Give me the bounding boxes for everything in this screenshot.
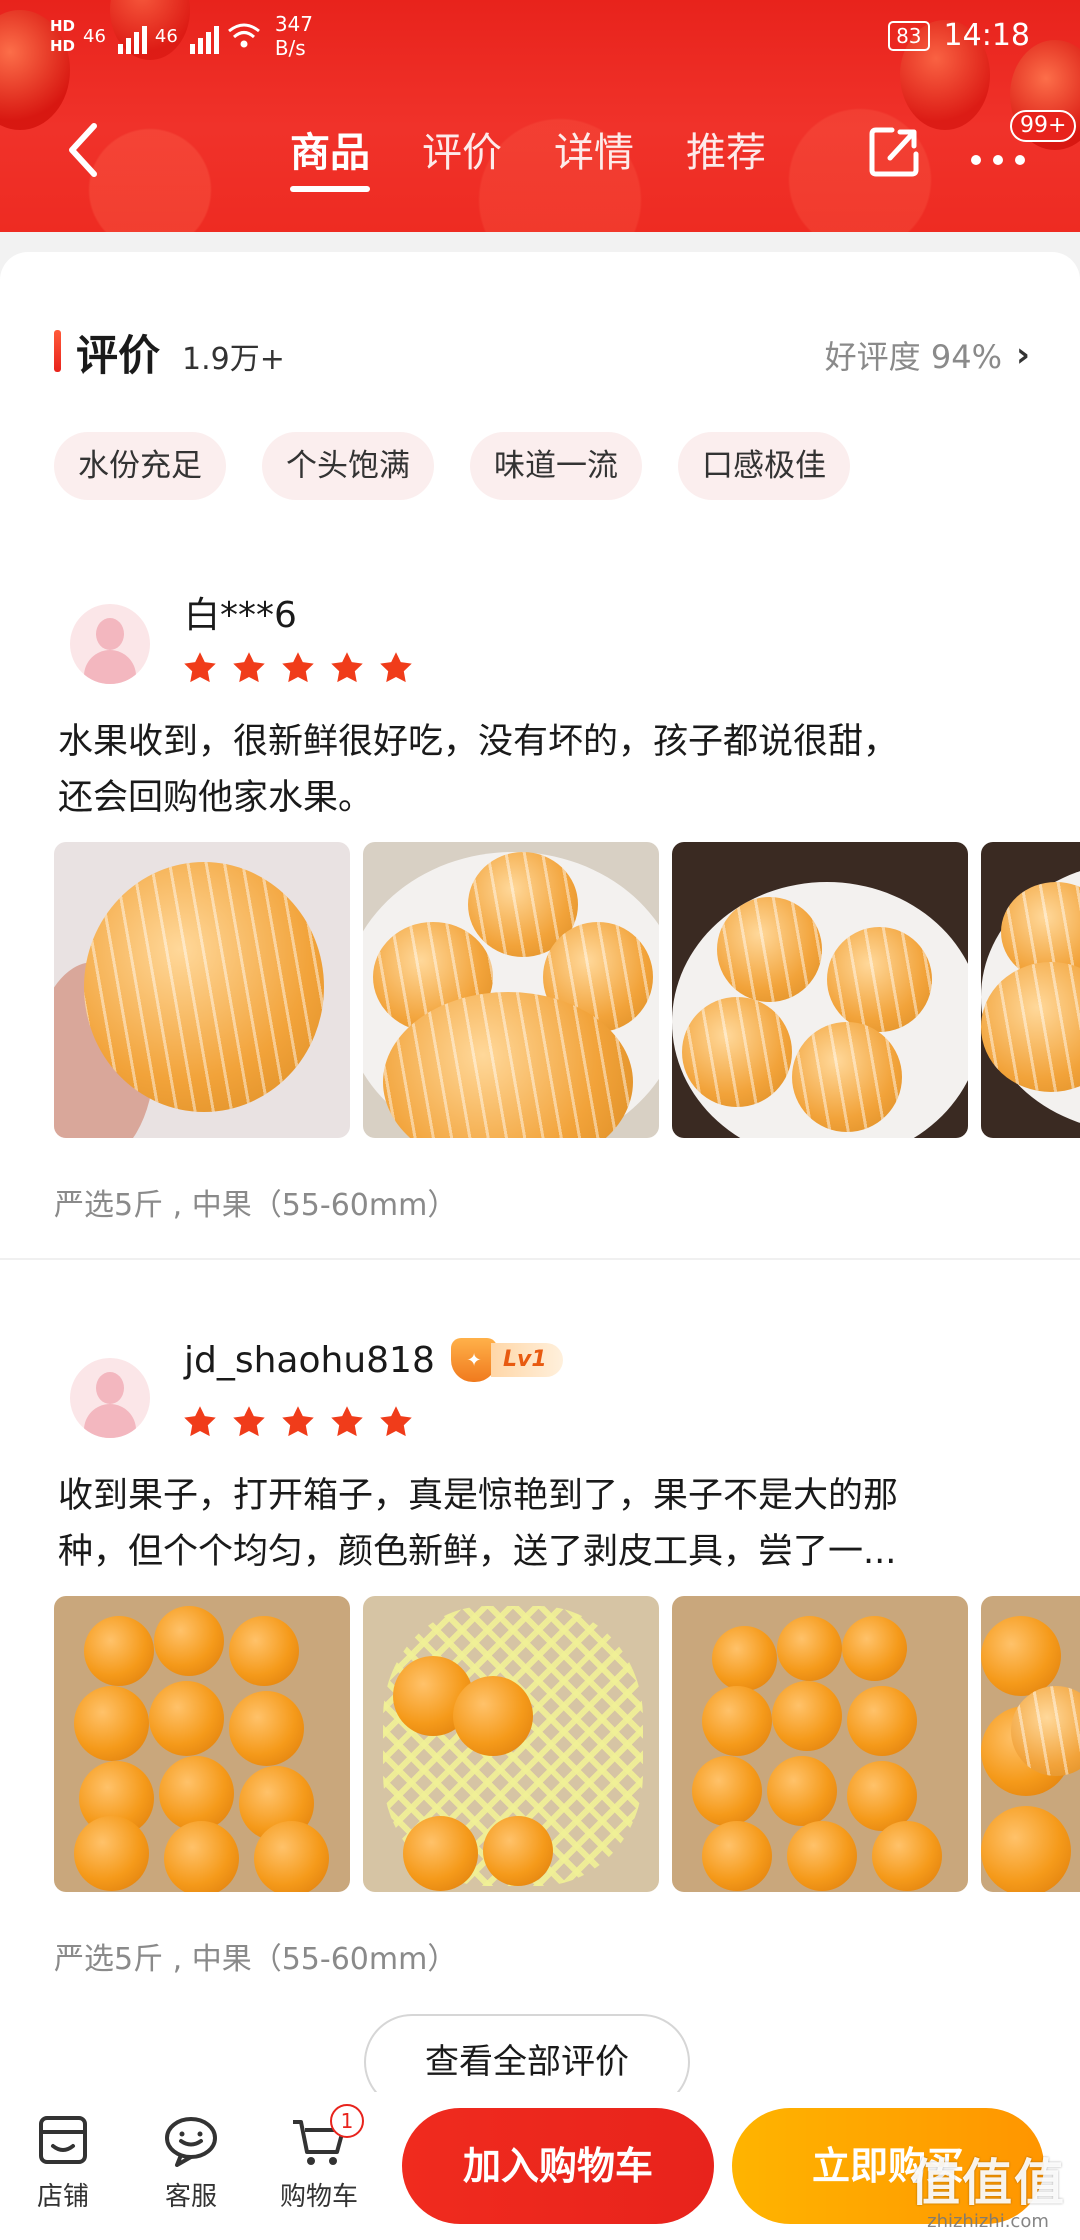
reviews-count: 1.9万+: [182, 342, 285, 377]
reviews-title: 评价: [76, 331, 161, 380]
review-photo[interactable]: [981, 1596, 1080, 1892]
star-icon: [380, 1406, 412, 1437]
reviewer-name: jd_shaohu818: [184, 1340, 435, 1381]
star-icon: [331, 652, 363, 683]
header: HD HD 46 46 347 B/s 83 14:18 商品 评价 详情 推荐…: [0, 0, 1080, 232]
star-icon: [184, 1406, 216, 1437]
signal-icon: [117, 18, 147, 54]
share-icon[interactable]: [866, 124, 922, 180]
review-text: 水果收到，很新鲜很好吃，没有坏的，孩子都说很甜， 还会回购他家水果。: [58, 722, 899, 818]
bottom-action-bar: 店铺 客服 1 购物车 加入购物车 立即购买 值值值 zhizhizhi.com: [0, 2092, 1080, 2240]
review-tag[interactable]: 个头饱满: [262, 432, 434, 500]
positive-rate-link[interactable]: 好评度 94% ›: [825, 332, 1030, 378]
user-level-badge: ✦ Lv1: [451, 1338, 563, 1382]
review-photo[interactable]: [672, 1596, 968, 1892]
chevron-right-icon: ›: [1015, 335, 1030, 375]
review-spec: 严选5斤 , 中果（55-60mm）: [54, 1188, 458, 1223]
cart-button[interactable]: 1 购物车: [274, 2104, 364, 2213]
clock: 14:18: [943, 18, 1030, 53]
customer-service-button[interactable]: 客服: [146, 2110, 236, 2213]
review-photo[interactable]: [54, 842, 350, 1138]
review-item[interactable]: jd_shaohu818 ✦ Lv1 收到果子，打开箱子，真是惊艳到了，果子不是…: [0, 1318, 1080, 1998]
customer-service-label: 客服: [164, 2182, 217, 2212]
network-speed: 347 B/s: [274, 12, 314, 60]
review-photo[interactable]: [672, 842, 968, 1138]
review-tag[interactable]: 味道一流: [470, 432, 642, 500]
watermark: 值值值 zhizhizhi.com: [910, 2154, 1066, 2232]
divider: [0, 1258, 1080, 1260]
top-nav: 商品 评价 详情 推荐 99+: [0, 110, 1080, 200]
review-tags: 水份充足 个头饱满 味道一流 口感极佳: [54, 432, 850, 500]
positive-rate: 好评度 94%: [824, 338, 1002, 376]
reviews-card: 评价 1.9万+ 好评度 94% › 水份充足 个头饱满 味道一流 口感极佳 白…: [0, 252, 1080, 2092]
star-icon: [233, 1406, 265, 1437]
add-to-cart-button[interactable]: 加入购物车: [402, 2108, 714, 2224]
tab-details[interactable]: 详情: [554, 120, 634, 178]
star-icon: [331, 1406, 363, 1437]
signal-label: 46: [154, 25, 178, 47]
review-photo[interactable]: [981, 842, 1080, 1138]
wifi-icon: [227, 23, 260, 48]
star-rating: [182, 1404, 414, 1440]
star-icon: [184, 652, 216, 683]
tab-product[interactable]: 商品: [290, 120, 370, 192]
review-item[interactable]: 白***6 水果收到，很新鲜很好吃，没有坏的，孩子都说很甜， 还会回购他家水果。: [0, 564, 1080, 1244]
status-bar: HD HD 46 46 347 B/s 83 14:18: [0, 0, 1080, 70]
review-tag[interactable]: 口感极佳: [678, 432, 850, 500]
review-spec: 严选5斤 , 中果（55-60mm）: [54, 1942, 458, 1977]
star-icon: [282, 652, 314, 683]
cart-label: 购物车: [279, 2182, 358, 2212]
nav-tabs: 商品 评价 详情 推荐: [290, 120, 766, 192]
cart-count-badge: 1: [330, 2104, 364, 2138]
signal-label: 46: [83, 25, 106, 47]
hd-indicator: HD HD: [50, 17, 76, 55]
signal-icon: [189, 18, 219, 54]
battery-indicator: 83: [888, 20, 930, 51]
user-level: Lv1: [491, 1343, 563, 1377]
star-rating: [182, 650, 414, 686]
shop-label: 店铺: [36, 2182, 89, 2212]
shop-icon: [39, 2116, 87, 2164]
star-icon: [233, 652, 265, 683]
chat-icon: [165, 2117, 217, 2167]
message-badge: 99+: [1010, 110, 1077, 142]
review-photos: [54, 842, 1080, 1138]
reviewer-name: 白***6: [184, 595, 297, 636]
section-accent-bar: [54, 330, 61, 372]
review-photo[interactable]: [363, 1596, 659, 1892]
star-icon: [282, 1406, 314, 1437]
review-photos: [54, 1596, 1080, 1892]
review-text: 收到果子，打开箱子，真是惊艳到了，果子不是大的那 种，但个个均匀，颜色新鲜，送了…: [58, 1476, 899, 1572]
tab-recommend[interactable]: 推荐: [686, 120, 766, 178]
view-all-reviews-button[interactable]: 查看全部评价: [364, 2014, 690, 2092]
avatar: [70, 1358, 150, 1438]
reviews-header[interactable]: 评价 1.9万+ 好评度 94% ›: [54, 322, 1030, 382]
review-photo[interactable]: [363, 842, 659, 1138]
review-tag[interactable]: 水份充足: [54, 432, 226, 500]
review-photo[interactable]: [54, 1596, 350, 1892]
shop-button[interactable]: 店铺: [18, 2110, 108, 2213]
back-arrow-icon[interactable]: [60, 120, 110, 180]
star-icon: [380, 652, 412, 683]
avatar: [70, 604, 150, 684]
tab-reviews[interactable]: 评价: [422, 120, 502, 178]
